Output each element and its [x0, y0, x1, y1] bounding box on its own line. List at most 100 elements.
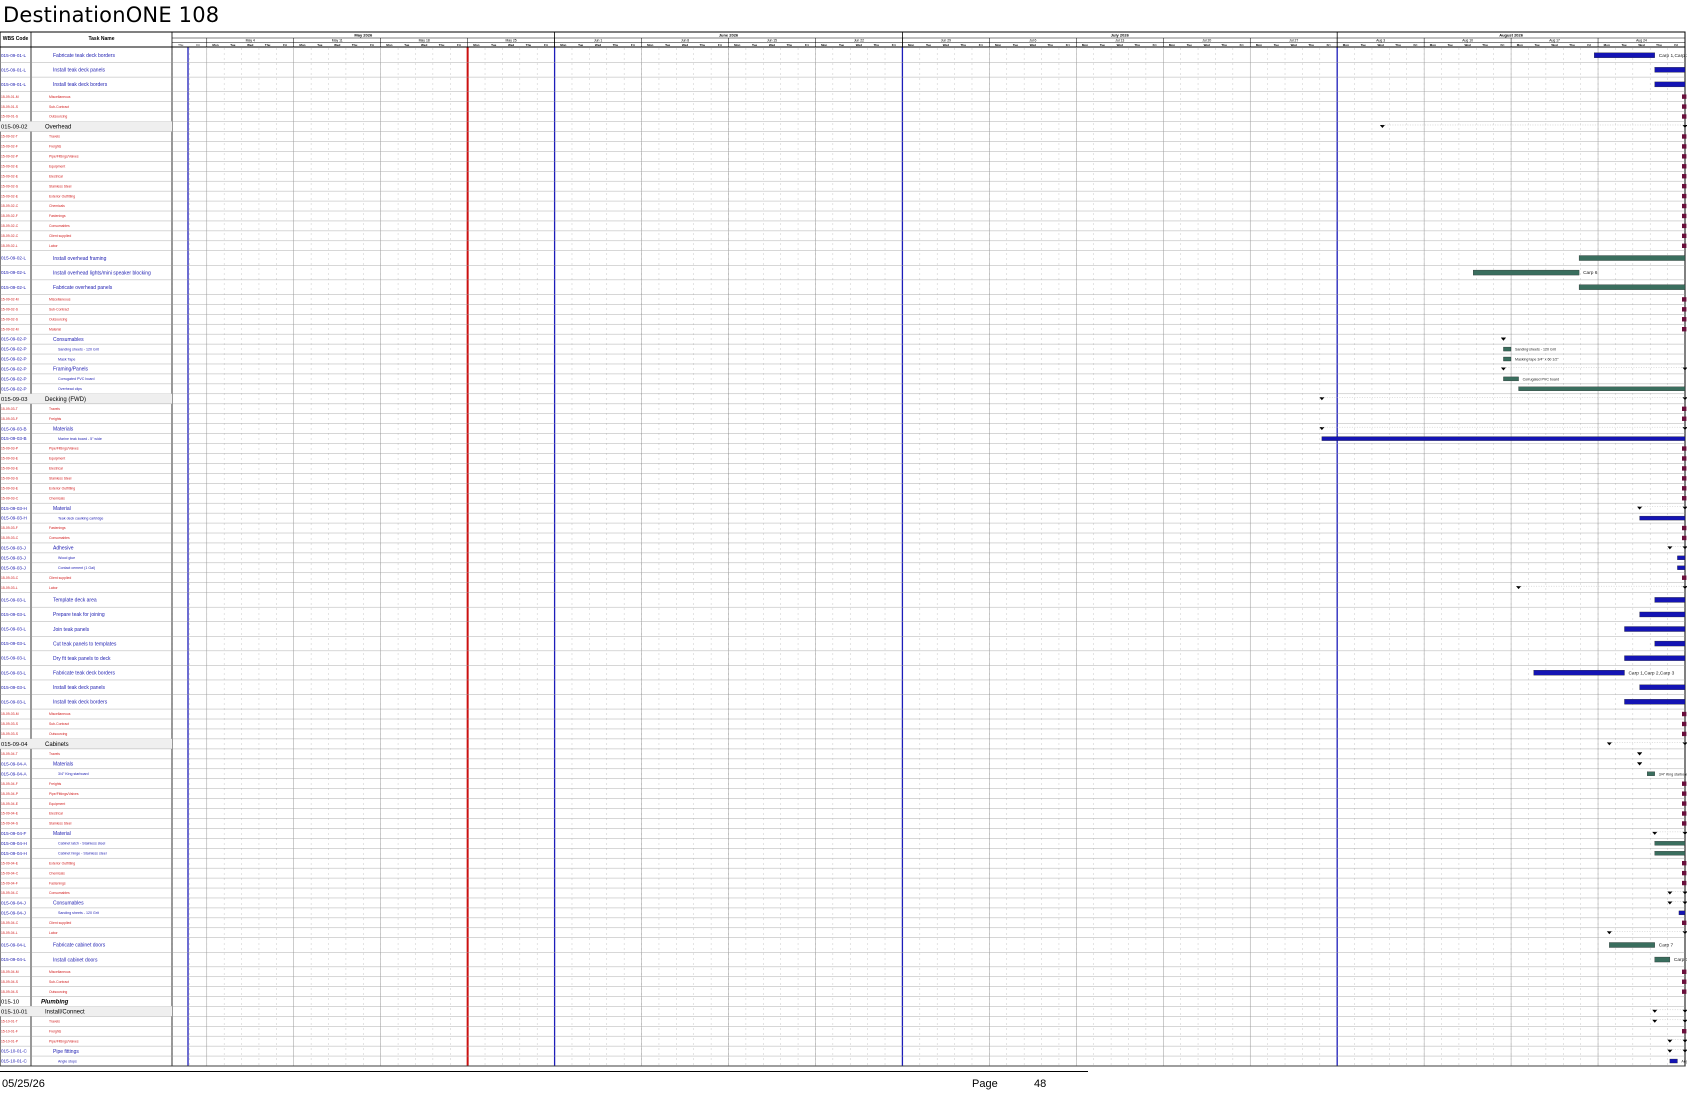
week-label: Jun 1	[594, 39, 602, 43]
gantt-bar	[1473, 269, 1580, 276]
summary-start-marker	[1667, 1039, 1673, 1043]
task-name-cell: Chemicals	[49, 871, 65, 875]
task-name-cell: Labor	[49, 244, 59, 248]
task-name-cell: Decking (FWD)	[45, 397, 86, 403]
gantt-chart: WBS Code Task Name May 2026 June 2026 July 2…	[0, 31, 1687, 1067]
day-label: Mon	[560, 43, 566, 47]
milestone-marker	[1682, 406, 1687, 411]
wbs-code-cell: 15-09-04-S	[1, 990, 19, 994]
summary-end-marker	[1682, 1049, 1687, 1053]
task-name-cell: Mask Tape	[58, 357, 75, 361]
gantt-bar	[1609, 942, 1655, 948]
day-label: Tue	[839, 43, 844, 47]
week-label: Jun 29	[941, 39, 951, 43]
task-name-cell: Freights	[49, 782, 62, 786]
milestone-marker	[1682, 326, 1687, 332]
wbs-code-cell: 15-09-03-L	[1, 586, 18, 590]
day-label: Thu	[874, 43, 880, 47]
milestone-marker	[1682, 456, 1687, 461]
task-name-cell: Dry fit teak panels to deck	[53, 656, 111, 662]
summary-end-marker	[1682, 831, 1687, 835]
task-name-cell: Equipment	[49, 457, 65, 461]
task-name-cell: Prepare teak for joining	[53, 612, 105, 618]
gantt-bar	[1639, 611, 1686, 618]
milestone-marker	[1682, 989, 1687, 994]
bar-resource-label: Carp 6	[1583, 270, 1598, 276]
day-label: Mon	[386, 43, 392, 47]
summary-end-marker	[1682, 901, 1687, 905]
wbs-code-cell: 015-09-01-L	[1, 82, 26, 87]
day-label: Tue	[404, 43, 409, 47]
day-label: Thu	[352, 43, 358, 47]
wbs-code-cell: 015-09-03-L	[1, 685, 26, 690]
day-label: Wed	[1378, 43, 1384, 47]
day-label: Fri	[979, 43, 983, 47]
summary-start-marker	[1667, 891, 1673, 895]
gantt-bar	[1578, 255, 1686, 261]
summary-start-marker	[1379, 124, 1385, 128]
task-name-cell: Pipe/Fittings/Valves	[49, 1039, 79, 1043]
milestone-marker	[1682, 174, 1687, 179]
milestone-marker	[1682, 711, 1687, 717]
milestone-marker	[1682, 134, 1687, 139]
wbs-code-cell: 15-09-02-C	[1, 224, 19, 228]
task-name-cell: Overhead clips	[58, 387, 82, 391]
footer-divider	[0, 1071, 1088, 1072]
day-label: Mon	[299, 43, 305, 47]
task-name-cell: Outsourcing	[49, 115, 67, 119]
milestone-marker	[1682, 193, 1687, 199]
task-name-cell: Fastenings	[49, 881, 66, 885]
day-label: Tue	[1448, 43, 1453, 47]
task-name-cell: Exterior Outfitting	[49, 486, 75, 490]
wbs-code-cell: 15-09-04-S	[1, 822, 19, 826]
wbs-code-cell: 015-09-02	[1, 125, 27, 131]
wbs-code-cell: 15-09-03-P	[1, 447, 19, 451]
day-label: Mon	[734, 43, 740, 47]
task-name-cell: Contact cement (1 Gal)	[58, 566, 95, 570]
milestone-marker	[1682, 144, 1687, 149]
wbs-code-cell: 15-09-03-M	[1, 712, 19, 716]
wbs-code-cell: 15-09-03-S	[1, 722, 19, 726]
week-label: Aug 10	[1462, 39, 1473, 43]
task-name-cell: Labor	[49, 586, 59, 590]
summary-start-marker	[1667, 901, 1673, 905]
wbs-code-cell: 015-09-04-H	[1, 841, 27, 846]
task-name-cell: Chemicals	[49, 496, 65, 500]
gantt-bar	[1654, 597, 1686, 603]
wbs-code-cell: 15-10-01-F	[1, 1029, 18, 1033]
task-name-cell: Fastenings	[49, 214, 66, 218]
week-label: Jul 6	[1029, 39, 1036, 43]
task-name-cell: Outsourcing	[49, 317, 67, 321]
day-label: Tue	[1100, 43, 1105, 47]
wbs-code-cell: 15-09-04-L	[1, 931, 18, 935]
task-name-cell: Travels	[49, 407, 60, 411]
footer-page-number: 48	[1034, 1078, 1047, 1090]
wbs-code-cell: 15-09-02-M	[1, 327, 19, 331]
task-table: 015-09-01-L Fabricate teak deck borders 01…	[0, 53, 1685, 1067]
task-name-cell: Electrical	[49, 174, 63, 178]
task-name-cell: Overhead	[45, 125, 71, 131]
day-label: Thu	[700, 43, 706, 47]
day-label: Thu	[526, 43, 532, 47]
task-name-cell: Wood glue	[58, 556, 75, 560]
wbs-code-cell: 15-09-04-E	[1, 812, 19, 816]
week-label: Aug 24	[1636, 39, 1647, 43]
wbs-code-cell: 015-09-03-L	[1, 670, 26, 675]
summary-end-marker	[1682, 367, 1687, 371]
task-name-cell: Corrugated PVC board	[58, 377, 95, 381]
wbs-code-cell: 015-09-03-L	[1, 612, 26, 617]
gantt-bar	[1654, 81, 1686, 88]
task-name-cell: Stainless Steel	[49, 822, 72, 826]
milestone-marker	[1682, 466, 1687, 471]
day-label: Wed	[1551, 43, 1557, 47]
task-name-cell: Consumables	[49, 536, 70, 540]
day-label: Fri	[892, 43, 896, 47]
summary-end-marker	[1682, 1039, 1687, 1043]
milestone-marker	[1682, 811, 1687, 816]
milestone-marker	[1682, 801, 1687, 806]
day-label: Wed	[1030, 43, 1036, 47]
task-name-cell: Pipe/Fittings/Valves	[49, 155, 79, 159]
summary-start-marker	[1667, 1049, 1673, 1053]
day-label: Tue	[1535, 43, 1540, 47]
wbs-code-cell: 015-09-02-P	[1, 367, 27, 372]
